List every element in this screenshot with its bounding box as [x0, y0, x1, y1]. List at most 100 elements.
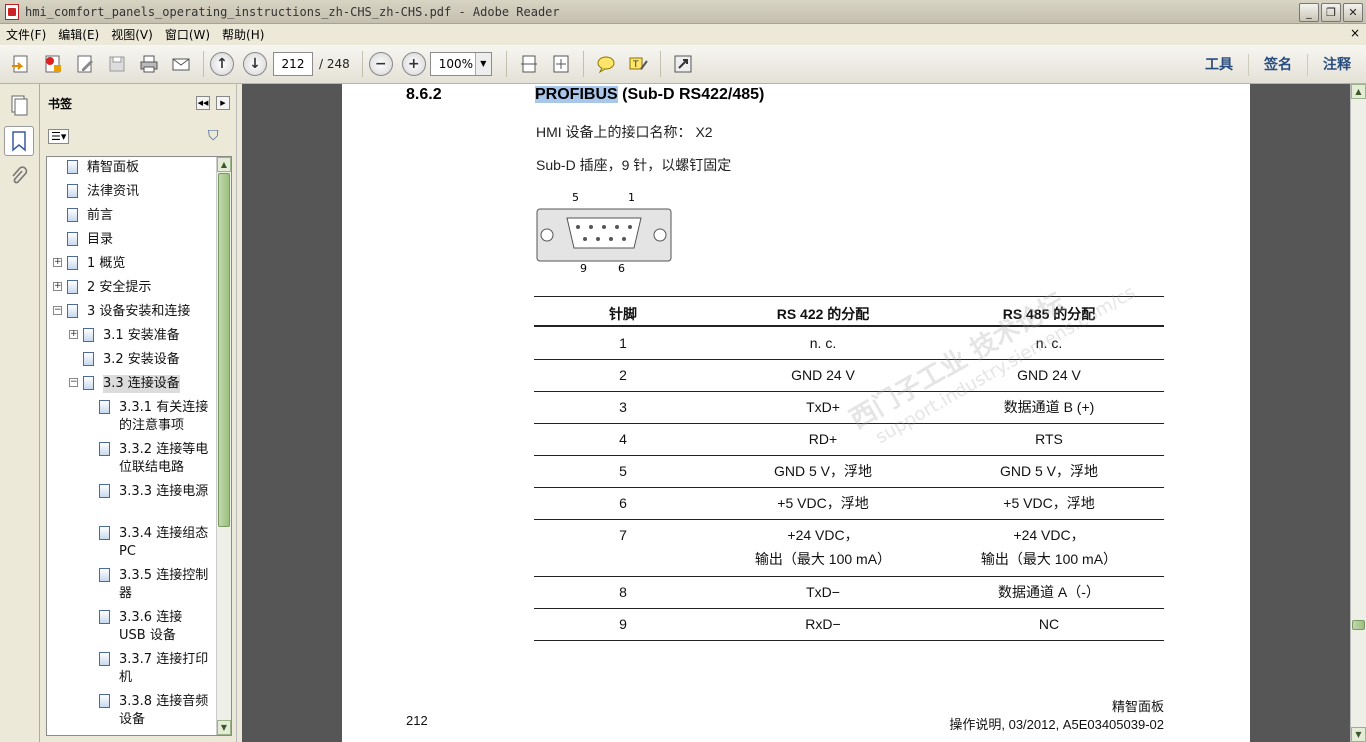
bookmark-icon	[83, 328, 94, 342]
highlight-text-icon[interactable]: T	[625, 51, 651, 77]
rs485-assignment-cell: GND 5 V，浮地	[999, 463, 1098, 479]
navigation-pane	[0, 84, 40, 742]
scroll-up-icon[interactable]: ▲	[217, 157, 231, 172]
menu-view[interactable]: 视图(V)	[105, 26, 159, 43]
bookmark-item[interactable]: 精智面板	[47, 159, 217, 179]
scroll-down-icon[interactable]: ▼	[217, 720, 231, 735]
previous-page-icon[interactable]: ↑	[210, 52, 234, 76]
bookmark-item[interactable]: 3.3.6 连接 USB 设备	[47, 609, 217, 649]
bookmark-item[interactable]: 3.3.8 连接音频设备	[47, 693, 217, 733]
collapse-icon[interactable]: −	[69, 378, 78, 387]
comment-button[interactable]: 注释	[1307, 53, 1366, 76]
table-header-rs422: RS 422 的分配	[776, 306, 870, 322]
document-scrollbar[interactable]: ▲ ▼	[1350, 84, 1366, 742]
bookmark-label: 3.3.5 连接控制器	[119, 568, 209, 601]
expand-icon[interactable]: +	[53, 282, 62, 291]
create-pdf-icon[interactable]	[8, 51, 34, 77]
bookmark-item[interactable]: 3.3.7 连接打印机	[47, 651, 217, 691]
tools-button[interactable]: 工具	[1190, 54, 1248, 76]
section-number: 8.6.2	[406, 86, 442, 103]
next-page-icon[interactable]: ↓	[243, 52, 267, 76]
page-thumbnails-icon[interactable]	[4, 90, 34, 120]
minimize-button[interactable]: _	[1299, 3, 1319, 22]
expand-icon[interactable]: +	[53, 258, 62, 267]
email-icon[interactable]	[168, 51, 194, 77]
expand-bookmark-icon[interactable]: ⛉	[208, 128, 219, 144]
print-icon[interactable]	[136, 51, 162, 77]
chevron-down-icon[interactable]: ▼	[474, 53, 491, 75]
menu-edit[interactable]: 编辑(E)	[52, 26, 105, 43]
panel-menu-icon[interactable]: ▶	[216, 96, 230, 110]
footer-product: 精智面板	[1111, 699, 1164, 714]
attachments-icon[interactable]	[4, 162, 34, 192]
bookmark-scrollbar[interactable]: ▲ ▼	[216, 157, 231, 735]
scroll-down-icon[interactable]: ▼	[1351, 727, 1366, 742]
scroll-thumb[interactable]	[218, 173, 230, 527]
scroll-up-icon[interactable]: ▲	[1351, 84, 1366, 99]
collapse-panel-icon[interactable]: ◀◀	[196, 96, 210, 110]
page-number-input[interactable]: 212	[273, 52, 313, 76]
bookmark-item[interactable]: 3.3.2 连接等电位联结电路	[47, 441, 217, 481]
bookmark-item[interactable]: 法律资讯	[47, 183, 217, 203]
pin-label-6: 6	[618, 262, 625, 275]
toolbar: ↑ ↓ 212 / 248 − + 100% ▼ T 工具 签名 注释	[0, 45, 1366, 84]
rs485-assignment-cell: +24 VDC， 输出（最大 100 mA）	[980, 527, 1118, 567]
bookmark-icon	[67, 280, 78, 294]
bookmark-icon	[99, 484, 110, 498]
zoom-out-icon[interactable]: −	[368, 52, 393, 76]
close-button[interactable]: ✕	[1343, 3, 1363, 22]
convert-pdf-icon[interactable]	[40, 51, 66, 77]
bookmarks-icon[interactable]	[4, 126, 34, 156]
sign-button[interactable]: 签名	[1248, 53, 1307, 76]
total-pages: / 248	[319, 57, 350, 71]
menu-file[interactable]: 文件(F)	[0, 26, 52, 43]
pin-number-cell: 9	[619, 616, 627, 632]
connector-description: Sub-D 插座，9 针，以螺钉固定	[536, 157, 732, 173]
rs485-assignment-cell: 数据通道 B (+)	[1003, 399, 1095, 415]
bookmark-item[interactable]: 3.2 安装设备	[47, 351, 217, 371]
search-highlight: PROFIBUS	[535, 86, 618, 103]
bookmark-item[interactable]: +3.1 安装准备	[47, 327, 217, 347]
panel-options: ☰▾ ⛉	[40, 122, 236, 150]
rs422-assignment-cell: RxD−	[805, 616, 841, 632]
comment-icon[interactable]	[593, 51, 619, 77]
collapse-icon[interactable]: −	[53, 306, 62, 315]
bookmark-item[interactable]: 前言	[47, 207, 217, 227]
bookmark-item[interactable]: 3.3.3 连接电源	[47, 483, 217, 523]
bookmark-label: 3.2 安装设备	[103, 352, 180, 367]
bookmark-icon	[67, 256, 78, 270]
bookmark-item[interactable]: +2 安全提示	[47, 279, 217, 299]
save-icon[interactable]	[104, 51, 130, 77]
bookmark-item[interactable]: 3.3.5 连接控制器	[47, 567, 217, 607]
edit-pdf-icon[interactable]	[72, 51, 98, 77]
full-screen-icon[interactable]	[670, 51, 696, 77]
bookmark-icon	[67, 232, 78, 246]
bookmark-item[interactable]: 目录	[47, 231, 217, 251]
table-row-rule	[534, 487, 1164, 488]
fit-page-icon[interactable]	[548, 51, 574, 77]
table-row-rule	[534, 640, 1164, 641]
sub-d-connector-icon	[536, 208, 672, 262]
expand-icon[interactable]: +	[69, 330, 78, 339]
zoom-in-icon[interactable]: +	[401, 52, 426, 76]
document-close-button[interactable]: ×	[1350, 26, 1360, 40]
zoom-select[interactable]: 100% ▼	[429, 52, 492, 76]
pin-label-9: 9	[580, 262, 587, 275]
rs422-assignment-cell: +5 VDC，浮地	[777, 495, 869, 511]
bookmark-item[interactable]: +1 概览	[47, 255, 217, 275]
scroll-thumb[interactable]	[1352, 620, 1365, 630]
bookmark-item[interactable]: − 3 设备安装和连接	[47, 303, 217, 323]
bookmark-item[interactable]: 3.3.1 有关连接的注意事项	[47, 399, 217, 439]
bookmark-item[interactable]: − 3.3 连接设备	[47, 375, 217, 395]
options-icon[interactable]: ☰▾	[48, 128, 70, 144]
pin-number-cell: 6	[619, 495, 627, 511]
restore-button[interactable]: ❐	[1321, 3, 1341, 22]
menu-window[interactable]: 窗口(W)	[159, 26, 216, 43]
bookmark-icon	[67, 184, 78, 198]
pin-label-5: 5	[572, 191, 579, 204]
bookmark-item[interactable]: 3.3.4 连接组态 PC	[47, 525, 217, 565]
menu-help[interactable]: 帮助(H)	[216, 26, 270, 43]
fit-width-icon[interactable]	[516, 51, 542, 77]
bookmark-icon	[67, 160, 78, 174]
table-row-rule	[534, 359, 1164, 360]
